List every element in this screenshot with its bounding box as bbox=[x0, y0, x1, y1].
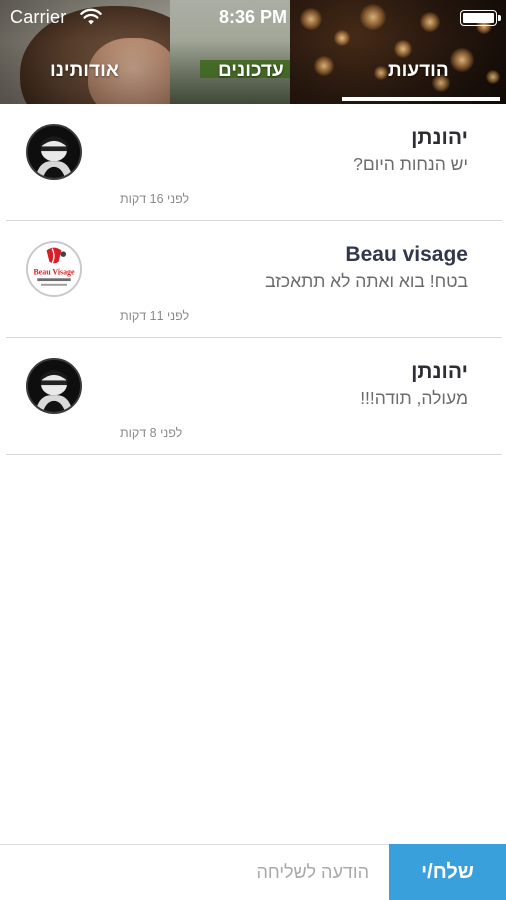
message-time: לפני 11 דקות bbox=[120, 309, 190, 323]
row-divider bbox=[6, 454, 502, 455]
sender-name: יהונתן bbox=[411, 360, 468, 383]
send-button[interactable]: שלח/י bbox=[389, 844, 506, 900]
message-preview: בטח! בוא ואתה לא תתאכזב bbox=[265, 271, 468, 291]
message-row[interactable]: Beau Visage Beau visage בטח! בוא ואתה לא… bbox=[0, 221, 506, 338]
selected-tab-indicator bbox=[342, 97, 500, 101]
sender-name: Beau visage bbox=[345, 243, 468, 266]
battery-icon bbox=[460, 10, 501, 26]
message-preview: מעולה, תודה!!! bbox=[360, 388, 468, 408]
message-list: יהונתן יש הנחות היום? לפני 16 דקות Beau … bbox=[0, 104, 506, 455]
tab-bar: אודותינו עדכונים הודעות bbox=[0, 52, 506, 104]
message-time: לפני 8 דקות bbox=[120, 426, 183, 440]
beau-visage-logo: Beau Visage bbox=[26, 241, 82, 297]
message-row[interactable]: יהונתן מעולה, תודה!!! לפני 8 דקות bbox=[0, 338, 506, 455]
message-preview: יש הנחות היום? bbox=[353, 154, 468, 174]
status-bar: Carrier 8:36 PM bbox=[0, 0, 506, 34]
logo-brand-text: Beau Visage bbox=[34, 268, 75, 277]
person-avatar bbox=[26, 358, 82, 414]
person-avatar bbox=[26, 124, 82, 180]
header: Carrier 8:36 PM אודותינו עדכונים הודעות bbox=[0, 0, 506, 104]
compose-bar: שלח/י bbox=[0, 844, 506, 900]
message-row[interactable]: יהונתן יש הנחות היום? לפני 16 דקות bbox=[0, 104, 506, 221]
tab-about[interactable]: אודותינו bbox=[50, 60, 119, 82]
tab-messages[interactable]: הודעות bbox=[388, 60, 449, 82]
sender-name: יהונתן bbox=[411, 126, 468, 149]
clock: 8:36 PM bbox=[218, 7, 288, 27]
tab-updates[interactable]: עדכונים bbox=[218, 60, 284, 82]
message-time: לפני 16 דקות bbox=[120, 192, 190, 206]
message-input[interactable] bbox=[0, 845, 389, 900]
